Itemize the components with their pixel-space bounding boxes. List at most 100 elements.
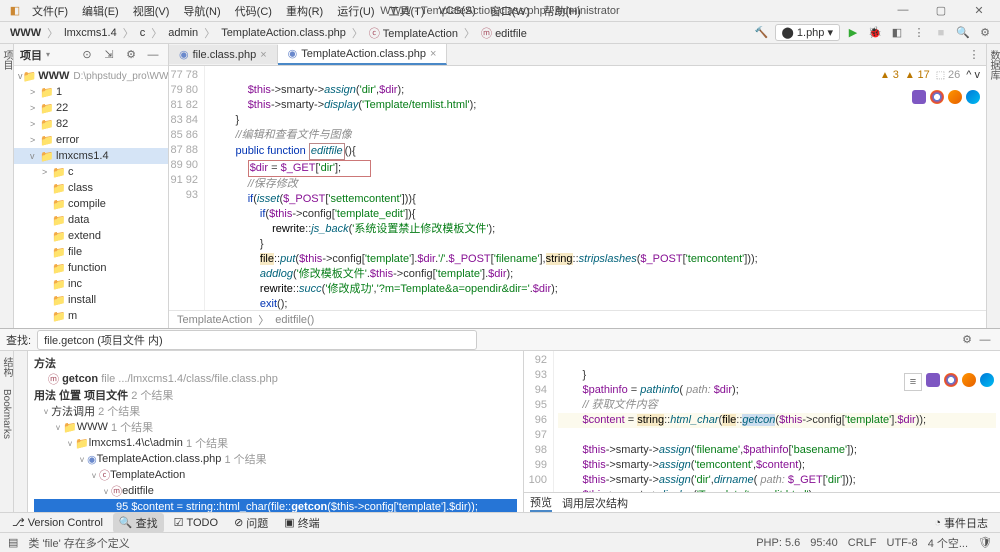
- cursor-position[interactable]: 95:40: [810, 537, 838, 549]
- event-log-tab[interactable]: ◔ 事件日志: [928, 513, 994, 533]
- bc-item[interactable]: c: [136, 26, 150, 40]
- firefox-icon[interactable]: [962, 373, 976, 387]
- bc-item[interactable]: TemplateAction.class.php: [217, 26, 350, 40]
- settings-icon[interactable]: ⚙: [976, 24, 994, 42]
- menu-refactor[interactable]: 重构(R): [280, 1, 329, 21]
- hide-icon[interactable]: —: [144, 46, 162, 64]
- find-tab[interactable]: 🔍 查找: [113, 513, 164, 533]
- find-scope[interactable]: file.getcon (项目文件 内): [37, 330, 477, 350]
- tree-row[interactable]: >📁1: [14, 84, 168, 100]
- editor-tab[interactable]: ◉TemplateAction.class.php×: [278, 44, 448, 65]
- preview-tabs: 预览 调用层次结构: [524, 492, 1000, 512]
- hide-icon[interactable]: —: [976, 331, 994, 349]
- preview-tab[interactable]: 预览: [530, 494, 552, 512]
- tree-row[interactable]: 📁data: [14, 212, 168, 228]
- menu-run[interactable]: 运行(U): [331, 1, 380, 21]
- window-minimize[interactable]: —: [888, 4, 918, 17]
- structure-tab[interactable]: 结构: [0, 351, 15, 383]
- tree-row[interactable]: 📁extend: [14, 228, 168, 244]
- bookmarks-tab[interactable]: Bookmarks: [0, 383, 13, 445]
- bottom-toolwindow-bar: ⎇ Version Control 🔍 查找 ☑ TODO ⊘ 问题 ▣ 终端 …: [0, 512, 1000, 532]
- terminal-tab[interactable]: ▣ 终端: [278, 513, 325, 533]
- select-opened-file-icon[interactable]: ⊙: [78, 46, 96, 64]
- menu-navigate[interactable]: 导航(N): [177, 1, 226, 21]
- run-icon[interactable]: ▶: [844, 24, 862, 42]
- tree-row[interactable]: >📁c: [14, 164, 168, 180]
- todo-tab[interactable]: ☑ TODO: [168, 514, 224, 531]
- close-icon[interactable]: ×: [260, 49, 266, 61]
- file-encoding[interactable]: UTF-8: [887, 537, 918, 549]
- edge-icon[interactable]: [966, 90, 980, 104]
- project-panel: 项目 ▾ ⊙ ⇲ ⚙ — v📁 WWW D:\phpstudy_pro\WWW …: [14, 44, 169, 328]
- project-tree[interactable]: v📁 WWW D:\phpstudy_pro\WWW >📁1>📁22>📁82>📁…: [14, 66, 168, 326]
- tree-row[interactable]: >📁error: [14, 132, 168, 148]
- bc-root[interactable]: WWW: [6, 26, 45, 40]
- project-toolwindow-tab[interactable]: 项目: [0, 44, 15, 76]
- database-toolwindow-tab[interactable]: 数据库: [985, 44, 1000, 86]
- php-version[interactable]: PHP: 5.6: [756, 537, 800, 549]
- crumb-item[interactable]: TemplateAction: [177, 314, 252, 326]
- status-toolwindows-icon[interactable]: ▤: [8, 536, 18, 549]
- error-indicator[interactable]: ▲ 3: [880, 68, 899, 83]
- weak-warning-indicator[interactable]: ⬚ 26: [936, 68, 960, 83]
- problems-tab[interactable]: ⊘ 问题: [228, 513, 274, 533]
- build-icon[interactable]: 🔨: [753, 24, 771, 42]
- editor[interactable]: 77 78 79 80 81 82 83 84 85 86 87 88 89 9…: [169, 66, 986, 310]
- crumb-item[interactable]: editfile(): [275, 314, 314, 326]
- tree-row[interactable]: 📁file: [14, 244, 168, 260]
- more-run-icon[interactable]: ⋮: [910, 24, 928, 42]
- firefox-icon[interactable]: [948, 90, 962, 104]
- coverage-icon[interactable]: ◧: [888, 24, 906, 42]
- usage-result-row[interactable]: 95 $content = string::html_char(file::ge…: [34, 499, 517, 512]
- tree-row[interactable]: 📁function: [14, 260, 168, 276]
- settings-icon[interactable]: ⚙: [122, 46, 140, 64]
- reader-mode-icon[interactable]: ≡: [904, 373, 922, 391]
- app-icon: ◧: [6, 2, 24, 20]
- tree-row[interactable]: 📁other: [14, 324, 168, 326]
- tree-row[interactable]: 📁compile: [14, 196, 168, 212]
- bc-item[interactable]: ⓜ editfile: [477, 24, 531, 42]
- find-toolbar: [14, 351, 28, 512]
- editor-tab[interactable]: ◉file.class.php×: [169, 45, 278, 64]
- search-everywhere-icon[interactable]: 🔍: [954, 24, 972, 42]
- code-area[interactable]: $this->smarty->assign('dir',$dir); $this…: [205, 66, 986, 310]
- settings-icon[interactable]: ⚙: [958, 331, 976, 349]
- chrome-icon[interactable]: [944, 373, 958, 387]
- tree-row[interactable]: 📁m: [14, 308, 168, 324]
- phpstorm-icon[interactable]: [912, 90, 926, 104]
- expand-all-icon[interactable]: ⇲: [100, 46, 118, 64]
- version-control-tab[interactable]: ⎇ Version Control: [6, 514, 109, 531]
- bc-item[interactable]: lmxcms1.4: [60, 26, 121, 40]
- tab-list-icon[interactable]: ⋮: [968, 46, 986, 64]
- tree-row[interactable]: v📁lmxcms1.4: [14, 148, 168, 164]
- warning-indicator[interactable]: ▲ 17: [905, 68, 930, 83]
- line-separator[interactable]: CRLF: [848, 537, 877, 549]
- menu-edit[interactable]: 编辑(E): [76, 1, 125, 21]
- bc-item[interactable]: admin: [164, 26, 202, 40]
- window-maximize[interactable]: ▢: [926, 4, 956, 17]
- run-config-selector[interactable]: ⬤ 1.php ▾: [775, 24, 840, 41]
- stop-icon[interactable]: ■: [932, 24, 950, 42]
- preview-tab[interactable]: 调用层次结构: [562, 495, 628, 511]
- tree-row[interactable]: >📁22: [14, 100, 168, 116]
- phpstorm-icon[interactable]: [926, 373, 940, 387]
- usages-tree[interactable]: 方法 ⓜ getcon file .../lmxcms1.4/class/fil…: [28, 351, 523, 512]
- tree-row[interactable]: v📁 WWW D:\phpstudy_pro\WWW: [14, 68, 168, 84]
- menu-code[interactable]: 代码(C): [229, 1, 278, 21]
- tree-row[interactable]: 📁inc: [14, 276, 168, 292]
- debug-icon[interactable]: 🐞: [866, 24, 884, 42]
- admin-icon[interactable]: 🛡: [978, 536, 992, 549]
- bc-item[interactable]: ⓒ TemplateAction: [365, 24, 462, 42]
- edge-icon[interactable]: [980, 373, 994, 387]
- tree-row[interactable]: 📁class: [14, 180, 168, 196]
- window-close[interactable]: ✕: [964, 4, 994, 17]
- menu-file[interactable]: 文件(F): [26, 1, 74, 21]
- tree-row[interactable]: >📁82: [14, 116, 168, 132]
- statusbar: ▤ 类 'file' 存在多个定义 PHP: 5.6 95:40 CRLF UT…: [0, 532, 1000, 552]
- close-icon[interactable]: ×: [430, 48, 436, 60]
- menu-view[interactable]: 视图(V): [127, 1, 176, 21]
- menubar: ◧ 文件(F) 编辑(E) 视图(V) 导航(N) 代码(C) 重构(R) 运行…: [0, 0, 1000, 22]
- tree-row[interactable]: 📁install: [14, 292, 168, 308]
- left-toolwindow-bar: 项目: [0, 44, 14, 328]
- chrome-icon[interactable]: [930, 90, 944, 104]
